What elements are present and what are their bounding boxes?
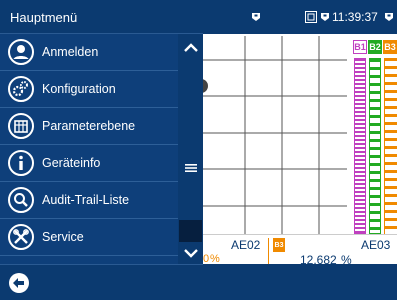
channel-marker-b3-icon: B3: [273, 238, 285, 252]
scroll-up-button[interactable]: [178, 34, 203, 62]
alarm-flag-icon: [251, 0, 261, 34]
event-flag-icon: [320, 0, 330, 34]
scroll-grip[interactable]: [178, 158, 203, 178]
binary-strip-b3: [384, 58, 397, 234]
memory-card-icon: [305, 0, 317, 34]
menu-item-label: Konfiguration: [42, 82, 116, 96]
menu-scrollbar[interactable]: [178, 34, 203, 264]
clock-time: 11:39:37: [332, 10, 378, 24]
menu-title: Hauptmenü: [10, 10, 78, 25]
menu-item-label: Audit-Trail-Liste: [42, 193, 130, 207]
service-tools-icon: [8, 224, 34, 250]
menu-item-audit-trail-liste[interactable]: Audit-Trail-Liste: [0, 182, 178, 219]
menu-item-parameterebene[interactable]: Parameterebene: [0, 108, 178, 145]
main-menu-panel: Hauptmenü Anmelden Konfiguration Paramet…: [0, 0, 203, 300]
binary-strip-b2: [369, 58, 381, 234]
menu-item-geraeteinfo[interactable]: Geräteinfo: [0, 145, 178, 182]
back-arrow-icon[interactable]: [8, 272, 30, 294]
parameter-icon: [8, 113, 34, 139]
channel-tag-b1[interactable]: B1: [353, 40, 367, 54]
menu-item-label: Service: [42, 230, 84, 244]
menu-item-service[interactable]: Service: [0, 219, 178, 256]
menu-item-label: Parameterebene: [42, 119, 136, 133]
panel-divider: [268, 238, 269, 264]
channel-tag-b3[interactable]: B3: [383, 40, 397, 54]
ae03-label: AE03: [361, 238, 391, 252]
menu-item-konfiguration[interactable]: Konfiguration: [0, 71, 178, 108]
ae02-label: AE02: [231, 238, 261, 252]
menu-item-anmelden[interactable]: Anmelden: [0, 34, 178, 71]
menu-footer: [0, 264, 203, 300]
user-icon: [8, 39, 34, 65]
chevron-up-icon: [183, 43, 198, 52]
trend-chart-grid: [203, 36, 347, 234]
warning-flag-icon: [384, 0, 394, 34]
audit-magnifier-icon: [8, 187, 34, 213]
scroll-down-button[interactable]: [178, 242, 203, 264]
menu-list: Anmelden Konfiguration Parameterebene Ge…: [0, 34, 178, 256]
binary-strip-b1: [354, 58, 366, 234]
grip-lines-icon: [184, 164, 197, 172]
menu-item-label: Geräteinfo: [42, 156, 101, 170]
channel-tag-b2[interactable]: B2: [368, 40, 382, 54]
chevron-down-icon: [183, 249, 198, 258]
scroll-thumb[interactable]: [179, 220, 202, 242]
info-icon: [8, 150, 34, 176]
menu-header: Hauptmenü: [0, 0, 203, 34]
menu-item-label: Anmelden: [42, 45, 99, 59]
gears-icon: [8, 76, 34, 102]
